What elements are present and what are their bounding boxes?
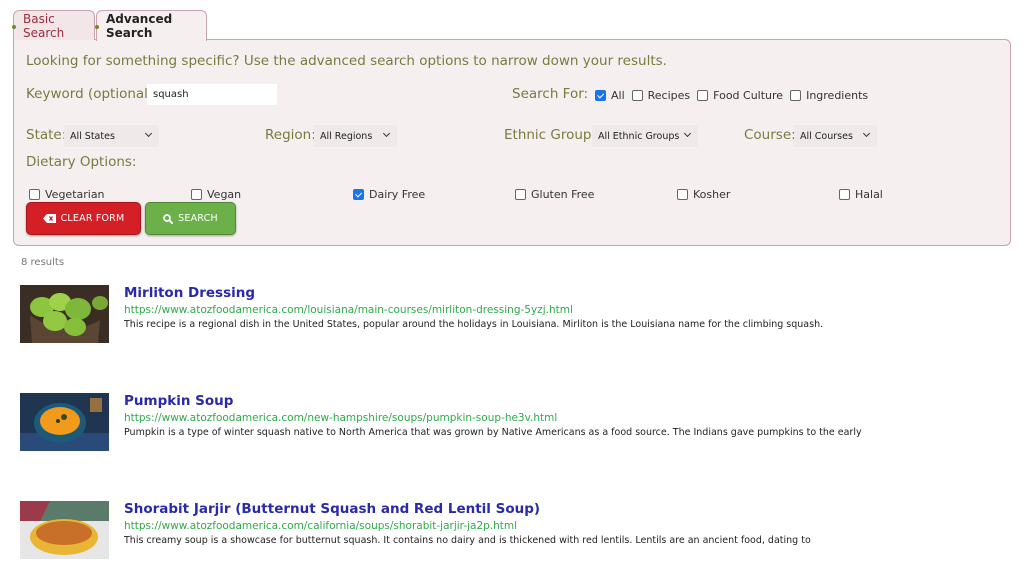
tab-advanced-search[interactable]: Advanced Search [95, 10, 207, 41]
checkbox-icon[interactable] [29, 189, 40, 200]
tab-basic-search[interactable]: Basic Search [12, 10, 95, 40]
dietary-halal[interactable]: Halal [839, 188, 883, 201]
search-for-recipes[interactable]: Recipes [631, 89, 691, 102]
option-label: Gluten Free [531, 188, 595, 201]
dietary-dairy-free[interactable]: Dairy Free [353, 188, 425, 201]
mirliton-image-icon [20, 285, 109, 343]
tab-bullet-icon [12, 25, 16, 29]
checkbox-icon[interactable] [839, 189, 850, 200]
chevron-down-icon [862, 129, 871, 138]
dietary-gluten-free[interactable]: Gluten Free [515, 188, 594, 201]
result-title-link[interactable]: Mirliton Dressing [124, 285, 255, 301]
result-description: This creamy soup is a showcase for butte… [124, 535, 811, 546]
chevron-down-icon [144, 129, 153, 138]
backspace-icon [42, 214, 56, 223]
clear-form-button[interactable]: CLEAR FORM [26, 202, 141, 235]
option-label: Vegan [207, 188, 242, 201]
checkbox-checked-icon[interactable] [353, 189, 364, 200]
result-item: Shorabit Jarjir (Butternut Squash and Re… [20, 501, 1010, 561]
option-label: Vegetarian [45, 188, 105, 201]
option-label: Recipes [647, 89, 691, 102]
ethnic-group-selected-value: All Ethnic Groups [598, 130, 680, 142]
search-for-food-culture[interactable]: Food Culture [697, 89, 783, 102]
tab-bullet-icon [95, 25, 99, 29]
search-icon [163, 213, 174, 224]
region-select[interactable]: All Regions [314, 125, 397, 147]
option-label: All [611, 89, 625, 102]
option-label: Halal [855, 188, 883, 201]
region-label: Region: [265, 127, 316, 143]
checkbox-icon[interactable] [697, 90, 709, 101]
result-url-link[interactable]: https://www.atozfoodamerica.com/californ… [124, 520, 517, 532]
search-button[interactable]: SEARCH [145, 202, 236, 235]
search-label: SEARCH [178, 213, 218, 224]
checkbox-icon[interactable] [191, 189, 202, 200]
state-label: State: [26, 127, 67, 143]
result-thumbnail[interactable] [20, 393, 109, 451]
state-selected-value: All States [70, 130, 115, 142]
lentil-soup-image-icon [20, 501, 109, 559]
dietary-options-label: Dietary Options: [26, 154, 137, 170]
result-description: This recipe is a regional dish in the Un… [124, 319, 824, 330]
search-for-ingredients[interactable]: Ingredients [790, 89, 868, 102]
result-item: Mirliton Dressing https://www.atozfoodam… [20, 285, 1010, 345]
search-for-all[interactable]: All [595, 89, 625, 102]
option-label: Food Culture [713, 89, 784, 102]
chevron-down-icon [382, 129, 391, 138]
tab-label: Basic Search [23, 11, 65, 40]
result-count: 8 results [21, 257, 65, 268]
option-label: Kosher [693, 188, 731, 201]
checkbox-checked-icon[interactable] [595, 90, 606, 101]
keyword-label: Keyword (optional): [26, 86, 158, 102]
dietary-vegetarian[interactable]: Vegetarian [29, 188, 105, 201]
tab-label: Advanced Search [106, 12, 173, 40]
result-url-link[interactable]: https://www.atozfoodamerica.com/louisian… [124, 304, 573, 316]
intro-text: Looking for something specific? Use the … [26, 53, 667, 69]
dietary-kosher[interactable]: Kosher [677, 188, 730, 201]
checkbox-icon[interactable] [515, 189, 526, 200]
result-url-link[interactable]: https://www.atozfoodamerica.com/new-hamp… [124, 412, 557, 424]
checkbox-icon[interactable] [677, 189, 688, 200]
clear-form-label: CLEAR FORM [60, 213, 125, 224]
chevron-down-icon [683, 129, 692, 138]
result-item: Pumpkin Soup https://www.atozfoodamerica… [20, 393, 1010, 453]
checkbox-icon[interactable] [631, 90, 643, 101]
search-tabs: Basic Search Advanced Search [12, 10, 208, 41]
region-selected-value: All Regions [320, 130, 373, 142]
advanced-search-panel: Looking for something specific? Use the … [13, 39, 1011, 246]
result-thumbnail[interactable] [20, 501, 109, 559]
checkbox-icon[interactable] [790, 90, 802, 101]
ethnic-group-select[interactable]: All Ethnic Groups [592, 125, 698, 147]
result-description: Pumpkin is a type of winter squash nativ… [124, 427, 862, 438]
search-for-options: All Recipes Food Culture Ingredients [595, 89, 875, 102]
course-label: Course: [744, 127, 796, 143]
ethnic-group-label: Ethnic Group: [504, 127, 597, 143]
result-title-link[interactable]: Shorabit Jarjir (Butternut Squash and Re… [124, 501, 540, 517]
keyword-input[interactable] [147, 84, 277, 105]
search-for-label: Search For: [512, 86, 589, 102]
course-selected-value: All Courses [800, 130, 853, 142]
state-select[interactable]: All States [64, 125, 159, 147]
option-label: Dairy Free [369, 188, 426, 201]
dietary-vegan[interactable]: Vegan [191, 188, 241, 201]
pumpkin-soup-image-icon [20, 393, 109, 451]
result-title-link[interactable]: Pumpkin Soup [124, 393, 233, 409]
option-label: Ingredients [806, 89, 869, 102]
result-thumbnail[interactable] [20, 285, 109, 343]
course-select[interactable]: All Courses [794, 125, 877, 147]
